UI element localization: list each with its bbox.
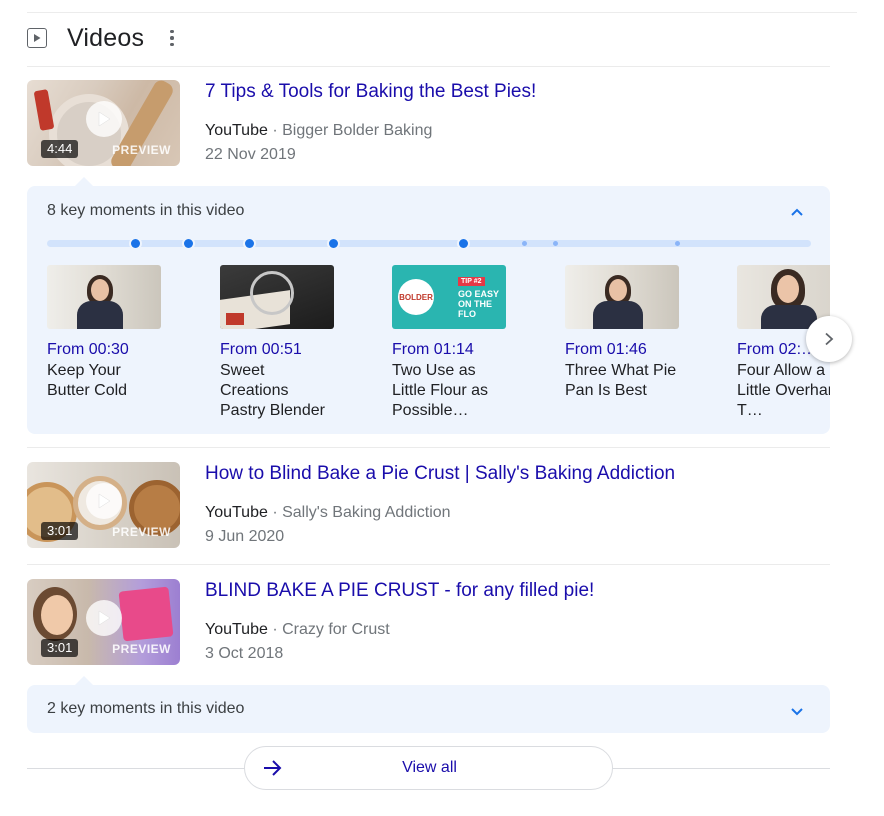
video-thumbnail[interactable]: 3:01 PREVIEW bbox=[27, 579, 180, 665]
key-moments-label: 2 key moments in this video bbox=[47, 700, 245, 717]
view-all-button[interactable]: View all bbox=[244, 746, 613, 790]
moment-thumbnail[interactable] bbox=[47, 265, 161, 329]
moment-time: From 01:14 bbox=[392, 341, 474, 358]
top-divider bbox=[27, 12, 857, 13]
moment-label: Keep Your Butter Cold bbox=[47, 362, 128, 399]
play-icon bbox=[86, 101, 122, 137]
view-all-divider bbox=[612, 768, 830, 769]
timeline-marker[interactable] bbox=[244, 239, 254, 248]
duration-badge: 4:44 bbox=[41, 140, 79, 158]
panel-pointer bbox=[75, 676, 93, 685]
video-result: 3:01 PREVIEW How to Blind Bake a Pie Cru… bbox=[27, 462, 830, 552]
key-moment[interactable]: From 00:51 Sweet Creations Pastry Blende… bbox=[220, 265, 335, 421]
divider bbox=[27, 564, 830, 565]
video-source: YouTube · Sally's Baking Addiction bbox=[205, 504, 451, 522]
video-source: YouTube · Crazy for Crust bbox=[205, 621, 390, 639]
separator: · bbox=[267, 621, 283, 638]
timeline-marker[interactable] bbox=[329, 239, 338, 248]
divider bbox=[27, 447, 830, 448]
timeline-marker[interactable] bbox=[522, 241, 527, 246]
timeline-marker[interactable] bbox=[131, 239, 141, 248]
moment-thumbnail[interactable] bbox=[220, 265, 334, 329]
moment-label: Four Allow a Little Overhang T… bbox=[737, 362, 830, 419]
video-title-link[interactable]: How to Blind Bake a Pie Crust | Sally's … bbox=[205, 463, 675, 485]
video-date: 22 Nov 2019 bbox=[205, 146, 296, 163]
channel-name: Crazy for Crust bbox=[282, 621, 390, 638]
duration-badge: 3:01 bbox=[41, 639, 79, 657]
play-icon bbox=[86, 483, 122, 519]
moment-label: Three What Pie Pan Is Best bbox=[565, 362, 677, 399]
video-title-link[interactable]: BLIND BAKE A PIE CRUST - for any filled … bbox=[205, 580, 594, 602]
source-name: YouTube bbox=[205, 122, 268, 139]
video-play-icon bbox=[27, 28, 47, 48]
carousel-next-button[interactable] bbox=[806, 316, 852, 362]
timeline-marker[interactable] bbox=[674, 241, 680, 246]
video-thumbnail[interactable]: 3:01 PREVIEW bbox=[27, 462, 180, 548]
channel-name: Sally's Baking Addiction bbox=[282, 504, 451, 521]
video-date: 3 Oct 2018 bbox=[205, 645, 284, 662]
moment-thumbnail[interactable]: BOLDER TIP #2 GO EASY ON THE FLO bbox=[392, 265, 506, 329]
timeline-marker[interactable] bbox=[552, 241, 558, 246]
video-title-link[interactable]: 7 Tips & Tools for Baking the Best Pies! bbox=[205, 81, 536, 103]
chevron-down-icon[interactable] bbox=[790, 704, 804, 722]
moment-label: Sweet Creations Pastry Blender bbox=[220, 362, 325, 419]
key-moments-panel[interactable]: 2 key moments in this video bbox=[27, 685, 830, 733]
key-moment[interactable]: From 00:30 Keep Your Butter Cold bbox=[47, 265, 162, 401]
timeline-marker[interactable] bbox=[183, 239, 193, 248]
key-moments-label: 8 key moments in this video bbox=[47, 202, 245, 219]
thumb-caption: GO EASY ON THE FLO bbox=[458, 289, 499, 319]
moment-label: Two Use as Little Flour as Possible… bbox=[392, 362, 489, 419]
source-name: YouTube bbox=[205, 504, 268, 521]
moment-time: From 00:30 bbox=[47, 341, 129, 358]
bolder-logo: BOLDER bbox=[399, 292, 433, 302]
video-thumbnail[interactable]: 4:44 PREVIEW bbox=[27, 80, 180, 166]
preview-label: PREVIEW bbox=[112, 525, 171, 539]
video-result: 4:44 PREVIEW 7 Tips & Tools for Baking t… bbox=[27, 80, 830, 170]
separator: · bbox=[267, 504, 283, 521]
video-source: YouTube · Bigger Bolder Baking bbox=[205, 122, 432, 140]
moment-time: From 00:51 bbox=[220, 341, 302, 358]
key-moment[interactable]: BOLDER TIP #2 GO EASY ON THE FLO From 01… bbox=[392, 265, 507, 421]
channel-name: Bigger Bolder Baking bbox=[282, 122, 433, 139]
chevron-up-icon[interactable] bbox=[790, 204, 804, 222]
view-all-divider bbox=[27, 768, 245, 769]
panel-pointer bbox=[75, 177, 93, 186]
video-date: 9 Jun 2020 bbox=[205, 528, 285, 545]
chevron-right-icon bbox=[825, 332, 834, 346]
key-moments-carousel: From 00:30 Keep Your Butter Cold From 00… bbox=[47, 265, 830, 435]
duration-badge: 3:01 bbox=[41, 522, 79, 540]
more-vert-icon[interactable] bbox=[170, 29, 174, 47]
view-all-label: View all bbox=[402, 759, 457, 776]
key-moments-panel: 8 key moments in this video From 00:30 K… bbox=[27, 186, 830, 434]
tip-badge: TIP #2 bbox=[458, 277, 485, 286]
video-result: 3:01 PREVIEW BLIND BAKE A PIE CRUST - fo… bbox=[27, 579, 830, 669]
section-header: Videos bbox=[27, 20, 174, 56]
moment-thumbnail[interactable] bbox=[565, 265, 679, 329]
key-moments-timeline[interactable] bbox=[47, 239, 811, 248]
moment-time: From 01:46 bbox=[565, 341, 647, 358]
preview-label: PREVIEW bbox=[112, 143, 171, 157]
preview-label: PREVIEW bbox=[112, 642, 171, 656]
separator: · bbox=[267, 122, 283, 139]
divider bbox=[27, 66, 830, 67]
source-name: YouTube bbox=[205, 621, 268, 638]
timeline-marker[interactable] bbox=[458, 239, 468, 248]
key-moment[interactable]: From 01:46 Three What Pie Pan Is Best bbox=[565, 265, 680, 401]
play-icon bbox=[86, 600, 122, 636]
section-title: Videos bbox=[67, 23, 145, 52]
